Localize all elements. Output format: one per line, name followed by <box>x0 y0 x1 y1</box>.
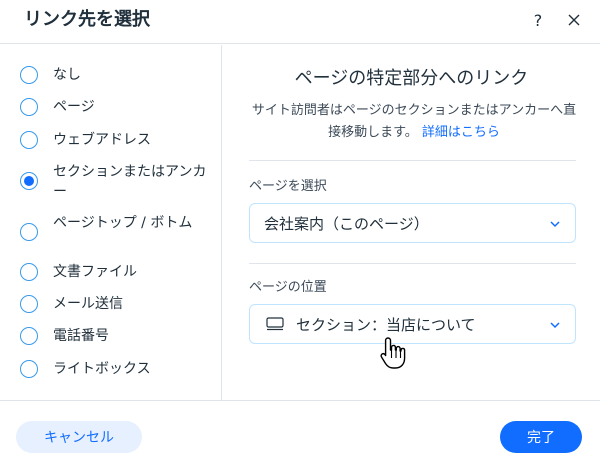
option-label: ページ <box>53 99 95 115</box>
divider <box>249 160 576 161</box>
link-type-list: なし ページ ウェブアドレス セクションまたはアンカー ページトップ / ボトム… <box>0 45 222 400</box>
position-dropdown[interactable]: セクション：当店について <box>249 304 576 344</box>
link-dialog: リンク先を選択 ? なし ページ ウェブアドレス セクションまたはアンカー ペー… <box>0 0 600 470</box>
option-email[interactable]: メール送信 <box>20 294 213 314</box>
page-select-label: ページを選択 <box>249 179 327 194</box>
option-label: メール送信 <box>53 296 123 312</box>
page-select-value: 会社案内（このページ） <box>264 214 429 233</box>
option-label: なし <box>53 67 81 83</box>
option-label: ライトボックス <box>53 361 151 377</box>
radio-web-address[interactable] <box>20 131 38 149</box>
option-document[interactable]: 文書ファイル <box>20 262 213 282</box>
learn-more-link[interactable]: 詳細はこちら <box>422 125 500 140</box>
option-label: 電話番号 <box>53 328 109 344</box>
radio-phone[interactable] <box>20 327 38 345</box>
radio-page-top-bottom[interactable] <box>20 223 38 241</box>
option-label: 文書ファイル <box>53 264 137 280</box>
option-section-anchor[interactable]: セクションまたはアンカー <box>20 162 213 202</box>
done-button[interactable]: 完了 <box>500 421 582 453</box>
description-text: サイト訪問者はページのセクションまたはアンカーへ直接移動します。 <box>251 103 577 140</box>
hand-cursor-icon <box>380 337 406 369</box>
option-phone[interactable]: 電話番号 <box>20 326 213 346</box>
radio-document[interactable] <box>20 263 38 281</box>
panel-title: ページの特定部分へのリンク <box>294 68 529 89</box>
position-label: ページの位置 <box>249 280 327 295</box>
position-value: セクション：当店について <box>296 315 476 334</box>
radio-page[interactable] <box>20 98 38 116</box>
option-web-address[interactable]: ウェブアドレス <box>20 130 213 150</box>
option-page[interactable]: ページ <box>20 97 213 117</box>
option-label: セクションまたはアンカー <box>53 164 207 200</box>
dialog-header: リンク先を選択 ? <box>0 0 600 44</box>
dialog-footer: キャンセル 完了 <box>0 400 600 470</box>
section-icon <box>266 317 284 331</box>
panel-description: サイト訪問者はページのセクションまたはアンカーへ直接移動します。 詳細はこちら <box>249 100 579 144</box>
help-icon[interactable]: ? <box>526 8 550 32</box>
divider <box>249 263 576 264</box>
option-lightbox[interactable]: ライトボックス <box>20 359 213 379</box>
chevron-down-icon <box>550 322 560 329</box>
radio-email[interactable] <box>20 295 38 313</box>
radio-section-anchor[interactable] <box>20 172 38 190</box>
option-label: ページトップ / ボトム <box>53 215 193 231</box>
option-none[interactable]: なし <box>20 65 213 85</box>
section-anchor-panel: ページの特定部分へのリンク サイト訪問者はページのセクションまたはアンカーへ直接… <box>223 45 600 400</box>
radio-none[interactable] <box>20 66 38 84</box>
option-page-top-bottom[interactable]: ページトップ / ボトム <box>20 213 213 241</box>
cancel-button[interactable]: キャンセル <box>16 421 142 453</box>
dialog-title: リンク先を選択 <box>24 9 150 30</box>
page-select-dropdown[interactable]: 会社案内（このページ） <box>249 203 576 243</box>
radio-lightbox[interactable] <box>20 360 38 378</box>
chevron-down-icon <box>550 221 560 228</box>
option-label: ウェブアドレス <box>53 132 151 148</box>
close-icon[interactable] <box>562 8 586 32</box>
